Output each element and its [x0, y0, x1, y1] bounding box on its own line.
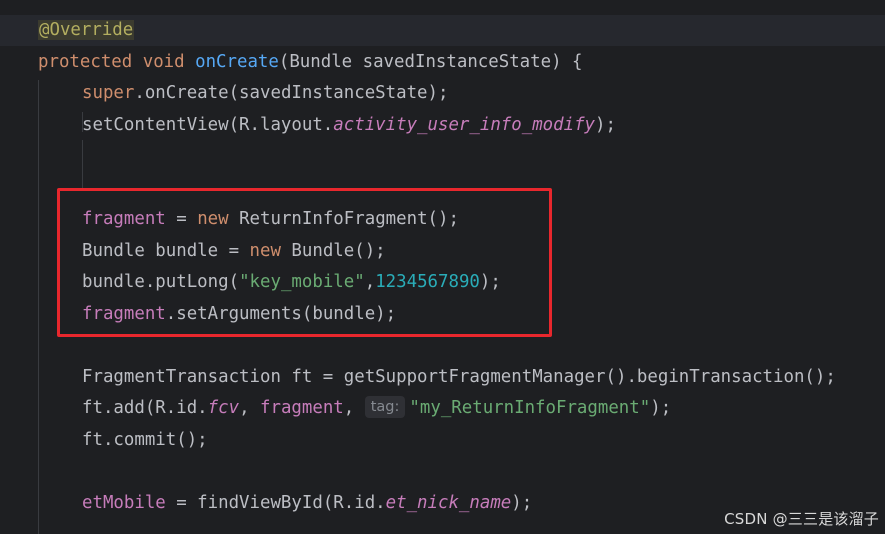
code-line[interactable]: etMobile = findViewById(R.id.et_nick_nam…	[0, 488, 532, 519]
code-line[interactable]: ft.commit();	[0, 425, 208, 456]
keyword-token: void	[142, 52, 185, 72]
static-field-token: et_nick_name	[385, 493, 512, 513]
field-token: fragment	[260, 398, 344, 418]
code-text: );	[595, 115, 616, 135]
keyword-token: protected	[38, 52, 133, 72]
parameter-hint: tag:	[364, 396, 406, 418]
code-line[interactable]: fragment = new ReturnInfoFragment();	[0, 204, 459, 235]
highlight-box	[57, 188, 552, 337]
code-line[interactable]: Bundle bundle = new Bundle();	[0, 236, 386, 267]
static-field-token: activity_user_info_modify	[333, 115, 596, 135]
code-text: FragmentTransaction ft = getSupportFragm…	[82, 367, 836, 387]
indent-guide	[82, 140, 83, 190]
code-line[interactable]: FragmentTransaction ft = getSupportFragm…	[0, 362, 836, 393]
code-line[interactable]: super.onCreate(savedInstanceState);	[0, 78, 448, 109]
field-token: etMobile	[82, 493, 166, 513]
code-text: setContentView(R.layout.	[82, 115, 334, 135]
annotation-token: @Override	[38, 20, 135, 40]
code-text: ft.commit();	[82, 430, 208, 450]
code-line[interactable]: @Override	[0, 15, 885, 46]
code-line[interactable]: setContentView(R.layout.activity_user_in…	[0, 110, 616, 141]
static-field-token: fcv	[207, 398, 240, 418]
code-text: = findViewById(R.id.	[165, 493, 386, 513]
watermark: CSDN @三三是该溜子	[724, 510, 879, 528]
code-text: );	[511, 493, 533, 513]
code-text: ,	[239, 398, 261, 418]
code-text: (Bundle savedInstanceState) {	[278, 52, 583, 72]
code-line[interactable]: fragment.setArguments(bundle);	[0, 299, 396, 330]
code-text: ft.add(R.id.	[82, 398, 208, 418]
code-line[interactable]: bundle.putLong("key_mobile",1234567890);	[0, 267, 501, 298]
code-text: ,	[343, 398, 365, 418]
code-line[interactable]: protected void onCreate(Bundle savedInst…	[0, 47, 583, 78]
method-name-token: onCreate	[195, 52, 279, 72]
string-literal-token: "my_ReturnInfoFragment"	[409, 398, 651, 418]
code-text: .onCreate(savedInstanceState);	[134, 83, 449, 103]
keyword-token: super	[82, 83, 135, 103]
code-line[interactable]: ft.add(R.id.fcv, fragment, tag: "my_Retur…	[0, 393, 671, 424]
code-text: );	[650, 398, 672, 418]
code-editor[interactable]: @Override protected void onCreate(Bundle…	[0, 0, 885, 534]
